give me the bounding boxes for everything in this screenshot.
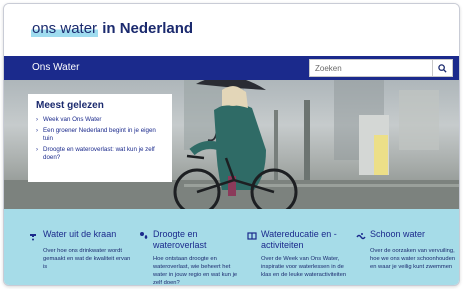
topic-card-schoon[interactable]: Schoon water Over de oorzaken van vervui… <box>356 229 459 271</box>
site-logo[interactable]: ons water in Nederland <box>31 20 193 37</box>
topic-card-title: Droogte en wateroverlast <box>153 229 207 250</box>
search-button[interactable] <box>432 60 452 76</box>
popular-item[interactable]: › Week van Ons Water <box>36 116 164 124</box>
logo-part-ons: ons <box>32 20 57 37</box>
popular-heading: Meest gelezen <box>36 100 104 111</box>
topic-card-description: Over de Week van Ons Water, inspiratie v… <box>261 256 347 278</box>
popular-item[interactable]: › Een groener Nederland begint in je eige… <box>36 127 164 143</box>
search-box <box>309 59 453 77</box>
site-header: ons water in Nederland <box>4 4 459 52</box>
nav-bar: Ons Water <box>4 56 459 80</box>
book-icon <box>247 231 261 243</box>
topic-card-description: Over hoe ons drinkwater wordt gemaakt en… <box>43 248 131 270</box>
chevron-right-icon: › <box>36 117 38 123</box>
topic-card-title: Water uit de kraan <box>43 229 117 239</box>
topic-card-description: Hoe ontstaan droogte en wateroverlast, w… <box>153 256 238 286</box>
topic-card-description: Over de oorzaken van vervuiling, hoe we … <box>370 248 456 270</box>
drought-icon <box>139 231 153 243</box>
topic-card-educatie[interactable]: Watereducatie en -activiteiten Over de W… <box>247 229 352 279</box>
topic-card-title: Schoon water <box>370 229 426 239</box>
popular-item[interactable]: › Droogte en wateroverlast: wat kun je ze… <box>36 146 164 162</box>
topic-card-kraan[interactable]: Water uit de kraan Over hoe ons drinkwat… <box>29 229 134 271</box>
topic-cards: Water uit de kraan Over hoe ons drinkwat… <box>4 209 459 286</box>
popular-item-label: Droogte en wateroverlast: wat kun je zel… <box>43 146 155 161</box>
browser-frame: ons water in Nederland Ons Water Zoeken … <box>3 3 460 286</box>
logo-part-water: water <box>60 20 98 37</box>
search-input[interactable] <box>310 60 432 76</box>
popular-item-label: Een groener Nederland begint in je eigen… <box>43 127 156 142</box>
popular-list: › Week van Ons Water › Een groener Nederla… <box>36 116 164 162</box>
topic-card-droogte[interactable]: Droogte en wateroverlast Hoe ontstaan dr… <box>139 229 244 286</box>
topic-card-title: Watereducatie en -activiteiten <box>261 229 337 250</box>
logo-part-nederland: in Nederland <box>102 20 194 37</box>
nav-home-link[interactable]: Ons Water <box>32 62 79 73</box>
hero-image: Meest gelezen › Week van Ons Water › Een g… <box>4 80 459 209</box>
wave-icon <box>356 231 370 243</box>
chevron-right-icon: › <box>36 128 38 134</box>
popular-item-label: Week van Ons Water <box>43 116 102 123</box>
tap-icon <box>29 231 43 243</box>
popular-panel: Meest gelezen › Week van Ons Water › Een g… <box>28 94 172 182</box>
search-icon <box>438 63 447 73</box>
chevron-right-icon: › <box>36 147 38 153</box>
